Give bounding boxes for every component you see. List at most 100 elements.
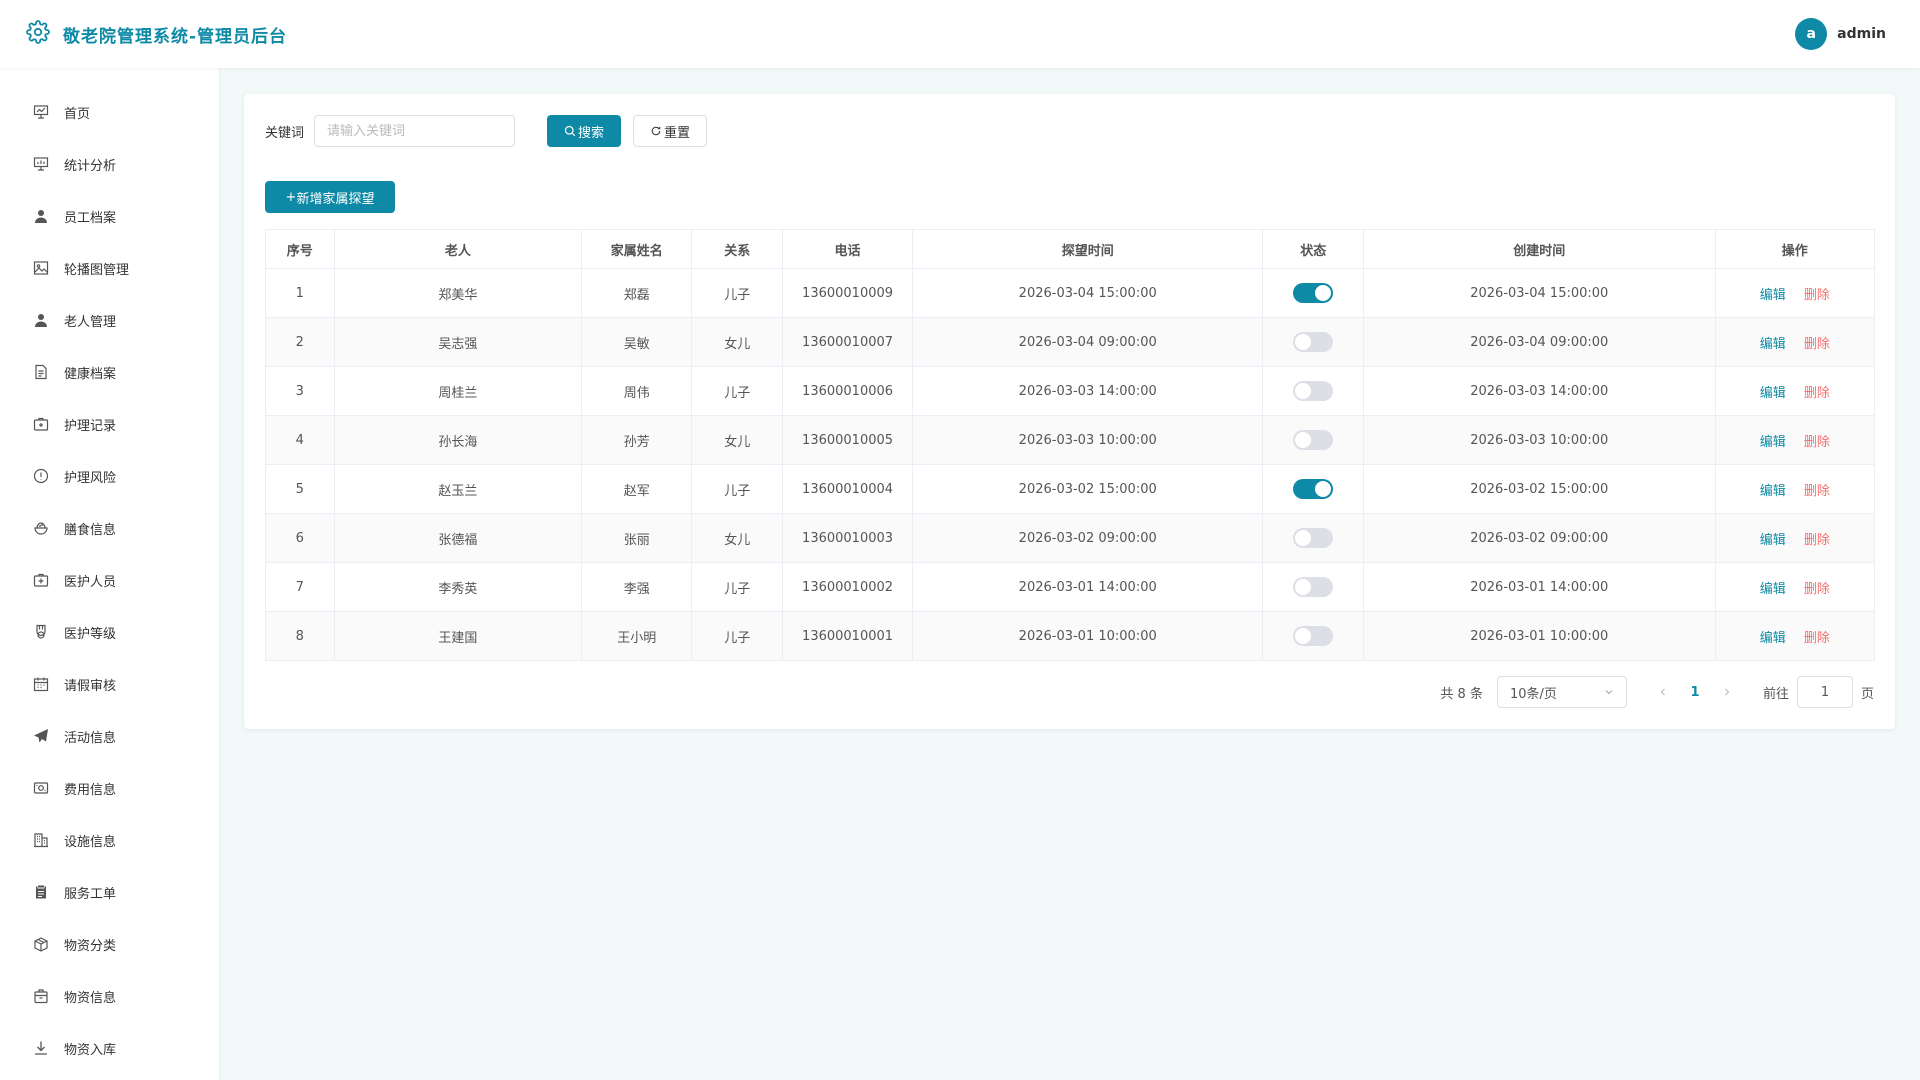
sidebar-item-17[interactable]: 物资信息 [0,970,219,1022]
delete-link[interactable]: 删除 [1804,533,1830,548]
status-toggle[interactable] [1293,332,1334,352]
next-page-button[interactable] [1711,676,1743,708]
cell-status [1262,366,1364,416]
sidebar-item-5[interactable]: 健康档案 [0,346,219,398]
sidebar-item-9[interactable]: 医护人员 [0,554,219,606]
cell-relation: 儿子 [691,268,783,318]
cell-created: 2026-03-03 14:00:00 [1362,366,1716,416]
prev-page-button[interactable] [1647,676,1679,708]
cell-actions: 编辑 删除 [1714,415,1875,465]
cell-status [1262,268,1364,318]
status-toggle[interactable] [1293,626,1334,646]
status-toggle[interactable] [1293,430,1334,450]
status-toggle[interactable] [1293,528,1334,548]
sidebar-item-11[interactable]: 请假审核 [0,658,219,710]
sidebar-item-1[interactable]: 统计分析 [0,138,219,190]
chevron-left-icon [1660,688,1665,696]
cell-created: 2026-03-01 10:00:00 [1362,611,1716,661]
edit-link[interactable]: 编辑 [1760,386,1786,401]
cell-actions: 编辑 删除 [1714,562,1875,612]
goto-page-input[interactable] [1796,676,1853,708]
page-size-select[interactable]: 10条/页 [1496,676,1627,708]
pagination: 共 8 条 10条/页 1 前往 页 [1440,676,1874,708]
sidebar-item-label: 医护等级 [64,626,117,642]
sidebar-item-label: 统计分析 [64,158,117,174]
cell-created: 2026-03-02 15:00:00 [1362,464,1716,514]
sidebar-item-label: 活动信息 [64,730,117,746]
add-visit-button[interactable]: + 新增家属探望 [265,181,395,213]
column-header: 关系 [691,229,784,269]
reset-button[interactable]: 重置 [633,115,708,147]
delete-link[interactable]: 删除 [1804,631,1830,646]
search-bar: 关键词 搜索 重置 [265,115,708,147]
sidebar-item-8[interactable]: 膳食信息 [0,502,219,554]
sidebar-item-label: 老人管理 [64,314,117,330]
status-toggle[interactable] [1293,381,1334,401]
download-icon [32,1039,50,1057]
sidebar-item-2[interactable]: 员工档案 [0,190,219,242]
sidebar-item-6[interactable]: 护理记录 [0,398,219,450]
edit-link[interactable]: 编辑 [1760,484,1786,499]
cell-relation: 女儿 [691,317,783,367]
sidebar-item-13[interactable]: 费用信息 [0,762,219,814]
keyword-input[interactable] [314,115,516,147]
table-row: 1 郑美华 郑磊 儿子 13600010009 2026-03-04 15:00:00 20… [265,268,1875,318]
sidebar-item-10[interactable]: 医护等级 [0,606,219,658]
edit-link[interactable]: 编辑 [1760,533,1786,548]
sidebar-item-14[interactable]: 设施信息 [0,814,219,866]
delete-link[interactable]: 删除 [1804,386,1830,401]
delete-link[interactable]: 删除 [1804,337,1830,352]
cell-actions: 编辑 删除 [1714,513,1875,563]
presentation-icon [32,103,50,121]
page-number-current[interactable]: 1 [1679,676,1711,708]
table-row: 5 赵玉兰 赵军 儿子 13600010004 2026-03-02 15:00:00 20… [265,464,1875,514]
cell-actions: 编辑 删除 [1714,611,1875,661]
cell-status [1262,317,1364,367]
edit-link[interactable]: 编辑 [1760,631,1786,646]
cell-no: 3 [265,366,335,416]
delete-link[interactable]: 删除 [1804,288,1830,303]
sidebar-item-3[interactable]: 轮播图管理 [0,242,219,294]
sidebar-item-0[interactable]: 首页 [0,86,219,138]
cell-status [1262,464,1364,514]
status-toggle[interactable] [1293,283,1334,303]
cell-actions: 编辑 删除 [1714,464,1875,514]
first-aid-icon [32,571,50,589]
document-icon [32,363,50,381]
sidebar-item-18[interactable]: 物资入库 [0,1022,219,1074]
sidebar-item-label: 物资信息 [64,990,117,1006]
cell-no: 7 [265,562,335,612]
cell-actions: 编辑 删除 [1714,268,1875,318]
edit-link[interactable]: 编辑 [1760,582,1786,597]
medal-icon [32,623,50,641]
cell-status [1262,415,1364,465]
sidebar-item-7[interactable]: 护理风险 [0,450,219,502]
cell-visit_time: 2026-03-04 09:00:00 [911,317,1263,367]
sidebar-item-15[interactable]: 服务工单 [0,866,219,918]
sidebar-item-12[interactable]: 活动信息 [0,710,219,762]
delete-link[interactable]: 删除 [1804,582,1830,597]
status-toggle[interactable] [1293,479,1334,499]
avatar[interactable]: a [1795,18,1828,50]
username[interactable]: admin [1837,26,1886,42]
cell-family: 周伟 [581,366,692,416]
status-toggle[interactable] [1293,577,1334,597]
sidebar-item-label: 轮播图管理 [64,262,130,278]
delete-link[interactable]: 删除 [1804,435,1830,450]
delete-link[interactable]: 删除 [1804,484,1830,499]
cell-visit_time: 2026-03-01 14:00:00 [911,562,1263,612]
edit-link[interactable]: 编辑 [1760,435,1786,450]
sidebar-item-label: 护理风险 [64,470,117,486]
user-menu[interactable]: a admin [1795,18,1886,50]
edit-link[interactable]: 编辑 [1760,337,1786,352]
sidebar-item-16[interactable]: 物资分类 [0,918,219,970]
edit-link[interactable]: 编辑 [1760,288,1786,303]
cell-phone: 13600010006 [782,366,913,416]
send-icon [32,727,50,745]
main-card: 关键词 搜索 重置 + 新增家属探望 序号老人家属姓名关系电话探望时间状态创建时… [244,94,1895,729]
package-icon [32,987,50,1005]
column-header: 家属姓名 [581,229,693,269]
sidebar-item-4[interactable]: 老人管理 [0,294,219,346]
search-button[interactable]: 搜索 [547,115,622,147]
food-bowl-icon [32,519,50,537]
